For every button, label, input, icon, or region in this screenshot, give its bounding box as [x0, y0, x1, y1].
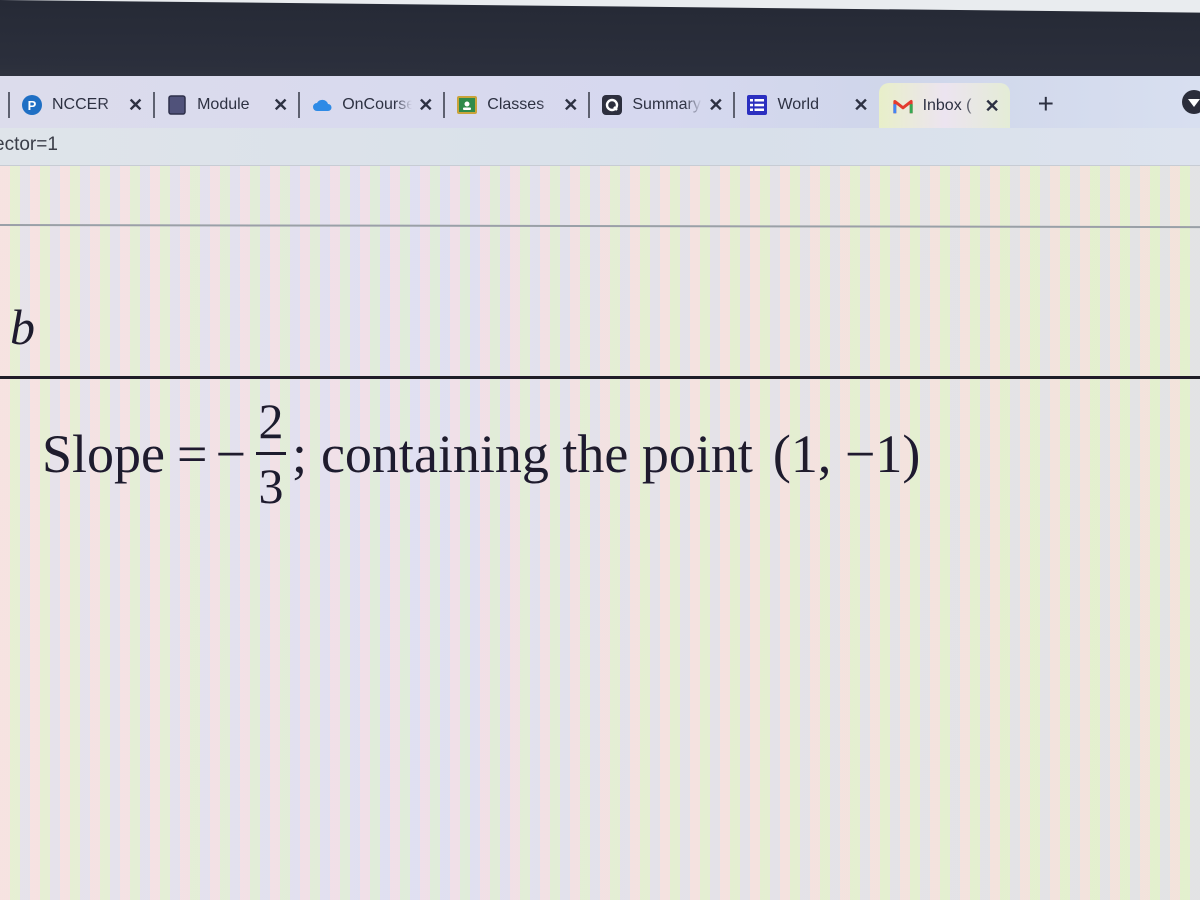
tab-classes[interactable]: Classes ✕ [443, 84, 588, 126]
cloud-icon [312, 95, 332, 115]
equation-lhs: Slope [42, 423, 166, 484]
tab-oncourse[interactable]: OnCourse ✕ [298, 84, 443, 126]
tab-title: Classes [487, 96, 545, 113]
tab-title: OnCourse [342, 96, 413, 113]
tab-title: Inbox ( [922, 97, 972, 114]
tab-search-dropdown-icon[interactable] [1182, 90, 1200, 114]
tab-inbox[interactable]: Inbox ( ✕ [878, 83, 1010, 129]
tab-strip: P NCCER ✕ Module ✕ OnCourse ✕ Classes ✕ … [0, 76, 1200, 129]
close-tab-icon[interactable]: ✕ [563, 95, 578, 116]
tab-separator [588, 92, 591, 118]
url-text[interactable]: ector=1 [0, 134, 58, 156]
close-tab-icon[interactable]: ✕ [273, 95, 288, 116]
tab-separator [8, 92, 10, 118]
pearson-icon: P [22, 95, 42, 115]
quizizz-icon [602, 95, 623, 115]
divider-line [0, 224, 1200, 229]
fraction-numerator: 2 [258, 393, 284, 449]
tab-title: Module [197, 96, 250, 113]
part-label: b [10, 299, 35, 355]
list-form-icon [747, 95, 768, 115]
close-tab-icon[interactable]: ✕ [985, 96, 1000, 117]
tab-title: World [777, 96, 819, 113]
point-coordinates: (1, −1) [772, 423, 921, 484]
tab-title: Summary [632, 96, 701, 113]
close-tab-icon[interactable]: ✕ [708, 95, 723, 116]
gmail-icon [892, 96, 913, 116]
tab-separator [298, 92, 301, 118]
answer-divider-line [0, 376, 1200, 379]
page-content: b Slope = − 2 3 ; containing the point (… [0, 166, 1200, 900]
tab-title: NCCER [52, 96, 109, 113]
close-tab-icon[interactable]: ✕ [418, 95, 433, 116]
separator: ; [291, 423, 307, 484]
fraction-bar [255, 452, 286, 455]
tab-separator [733, 92, 736, 118]
tab-separator [153, 92, 156, 118]
tab-summary[interactable]: Summary ✕ [588, 84, 733, 126]
tab-nccer[interactable]: P NCCER ✕ [8, 84, 153, 126]
browser-window: P NCCER ✕ Module ✕ OnCourse ✕ Classes ✕ … [0, 76, 1200, 900]
book-icon [167, 95, 187, 115]
svg-text:P: P [28, 98, 37, 113]
equals-sign: = [177, 423, 208, 484]
fraction-denominator: 3 [258, 458, 284, 514]
fraction: 2 3 [255, 393, 286, 514]
tab-world[interactable]: World ✕ [733, 84, 878, 126]
equation-text: containing the point [320, 423, 753, 484]
tab-separator [443, 92, 446, 118]
close-tab-icon[interactable]: ✕ [853, 95, 868, 116]
close-tab-icon[interactable]: ✕ [128, 95, 143, 116]
google-classroom-icon [457, 95, 478, 115]
address-bar[interactable]: ector=1 [0, 128, 1200, 166]
slope-equation: Slope = − 2 3 ; containing the point (1,… [42, 396, 920, 511]
new-tab-button[interactable]: + [1038, 88, 1054, 120]
minus-sign: − [215, 423, 246, 484]
tab-module[interactable]: Module ✕ [153, 84, 298, 126]
